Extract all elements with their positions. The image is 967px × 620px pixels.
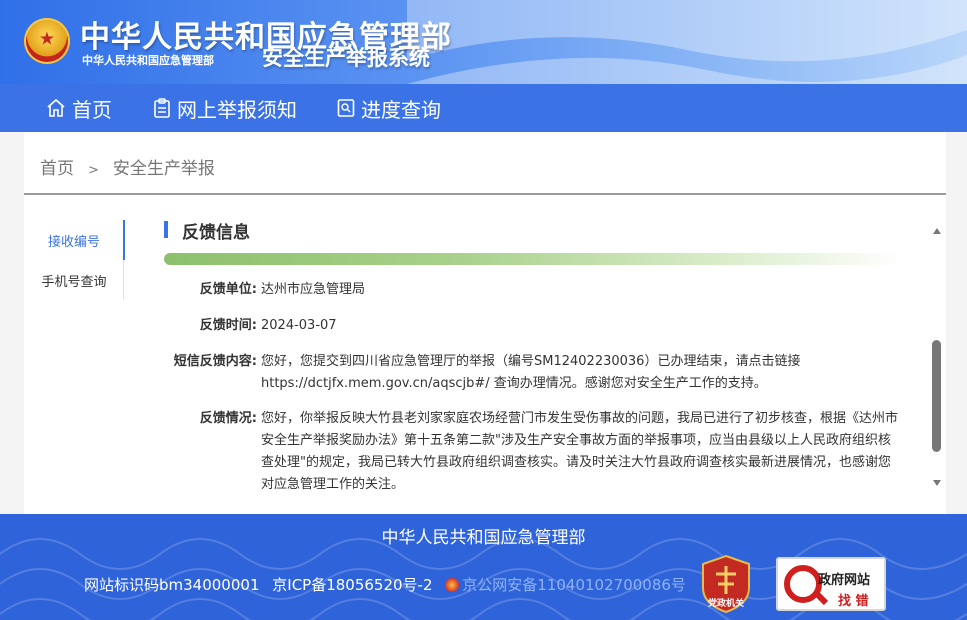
tab-receipt-number-label: 接收编号 (47, 234, 100, 250)
nav-item-guide[interactable]: 网上举报须知 (153, 84, 297, 132)
nav-item-home[interactable]: 首页 (46, 84, 112, 132)
home-icon (47, 98, 65, 117)
nav-item-progress[interactable]: 进度查询 (337, 84, 441, 132)
feedback-unit-label: 反馈单位: (199, 282, 257, 297)
feedback-situation-label: 反馈情况: (199, 411, 257, 426)
breadcrumb-home[interactable]: 首页 (40, 159, 74, 179)
footer-police-record[interactable]: 京公网安备11040102700086号 (462, 576, 686, 594)
police-badge-icon (445, 578, 460, 592)
site-header: ★ 中华人民共和国应急管理部 中华人民共和国应急管理部 安全生产举报系统 (0, 0, 967, 84)
feedback-time-value: 2024-03-07 (261, 318, 337, 333)
scroll-up-arrow-icon[interactable] (933, 228, 941, 234)
nav-label-guide: 网上举报须知 (177, 97, 297, 122)
feedback-situation-value: 您好，你举报反映大竹县老刘家家庭农场经营门市发生受伤事故的问题，我局已进行了初步… (261, 411, 899, 492)
nav-label-home: 首页 (72, 97, 112, 122)
gov-site-error-report-button[interactable]: 政府网站 找 错 (776, 557, 886, 611)
main-nav: 首页 网上举报须知 进度查询 (0, 84, 967, 132)
clipboard-icon (154, 98, 170, 118)
content-card: 首页 > 安全生产举报 接收编号 手机号查询 反馈信息 反馈单位: 达州市应急管理局… (24, 132, 946, 514)
tab-phone-query-label: 手机号查询 (41, 274, 107, 290)
section-title-bar (164, 221, 168, 238)
header-wave-decoration (407, 0, 967, 84)
breadcrumb-current: 安全生产举报 (112, 159, 215, 179)
footer-info: 网站标识码bm34000001 京ICP备18056520号-2 京公网安备11… (84, 574, 686, 595)
party-government-label: 党政机关 (707, 599, 744, 609)
feedback-time-label: 反馈时间: (199, 318, 257, 333)
tab-phone-query[interactable]: 手机号查询 (24, 260, 124, 300)
footer-icp[interactable]: 京ICP备18056520号-2 (272, 576, 432, 594)
tab-receipt-number[interactable]: 接收编号 (24, 220, 124, 260)
national-emblem-icon: ★ (24, 18, 70, 64)
feedback-sms-value: 您好，您提交到四川省应急管理厅的举报（编号SM12402230036）已办理结束… (261, 354, 801, 391)
magnifier-icon (784, 565, 822, 603)
breadcrumb-divider (24, 193, 946, 195)
search-doc-icon (337, 99, 355, 117)
section-gradient-divider (164, 253, 902, 265)
footer-title: 中华人民共和国应急管理部 (381, 528, 586, 548)
site-footer: 中华人民共和国应急管理部 网站标识码bm34000001 京ICP备180565… (0, 514, 967, 620)
feedback-sms-label: 短信反馈内容: (173, 354, 257, 369)
feedback-unit-value: 达州市应急管理局 (261, 282, 366, 297)
error-report-line2: 找 错 (838, 594, 869, 609)
breadcrumb: 首页 > 安全生产举报 (40, 154, 215, 179)
nav-label-progress: 进度查询 (361, 97, 441, 122)
system-name: 安全生产举报系统 (262, 46, 430, 70)
footer-site-id: 网站标识码bm34000001 (84, 576, 260, 594)
scroll-down-arrow-icon[interactable] (933, 480, 941, 486)
content-scrollbar[interactable] (928, 228, 946, 486)
section-title: 反馈信息 (182, 223, 250, 243)
breadcrumb-separator: > (88, 163, 99, 178)
site-subtitle: 中华人民共和国应急管理部 (82, 54, 214, 67)
scroll-thumb[interactable] (932, 340, 941, 452)
error-report-line1: 政府网站 (818, 573, 871, 588)
side-tab-active-indicator (123, 220, 125, 260)
